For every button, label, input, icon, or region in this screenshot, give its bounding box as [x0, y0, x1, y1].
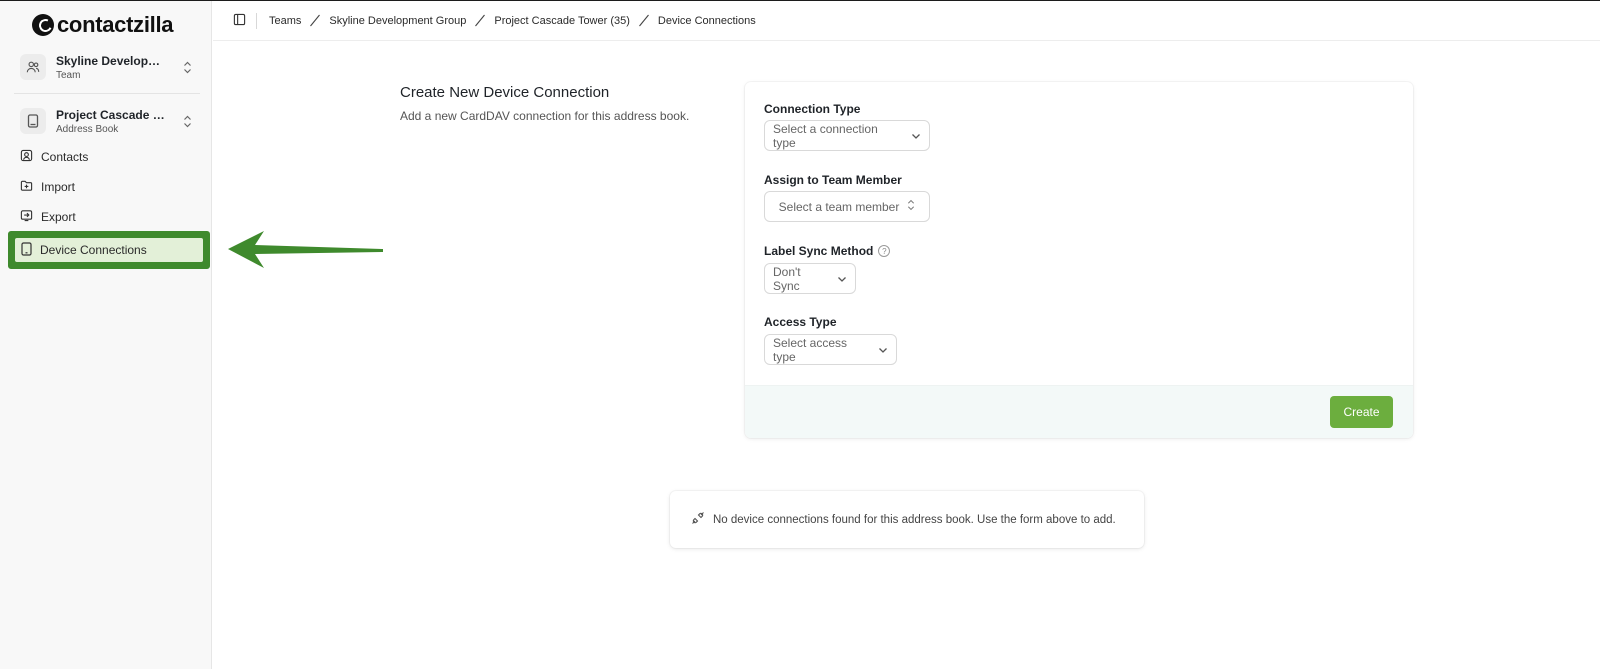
- breadcrumb-teams[interactable]: Teams: [269, 15, 301, 27]
- chevron-down-icon: [837, 272, 847, 286]
- team-member-label: Assign to Team Member: [764, 173, 902, 187]
- team-icon: [20, 54, 46, 80]
- create-button[interactable]: Create: [1330, 396, 1393, 428]
- form-title: Create New Device Connection: [400, 84, 610, 101]
- contacts-icon: [20, 149, 33, 165]
- sidebar-divider: [14, 93, 200, 94]
- logo-mark-icon: [32, 14, 54, 36]
- logo[interactable]: contactzilla: [32, 12, 174, 38]
- access-type-select[interactable]: Select access type: [764, 334, 897, 365]
- breadcrumb-team[interactable]: Skyline Development Group: [329, 15, 466, 27]
- export-icon: [20, 209, 33, 225]
- chevron-up-down-icon: [180, 61, 194, 74]
- breadcrumb-current: Device Connections: [657, 14, 756, 27]
- team-name: Skyline Developmen...: [56, 53, 170, 68]
- sidebar-item-export[interactable]: Export: [14, 204, 200, 230]
- chevron-up-down-icon: [907, 199, 915, 214]
- address-book-switcher[interactable]: Project Cascade Tow... Address Book: [14, 99, 200, 143]
- sidebar-item-label: Import: [41, 180, 76, 194]
- team-member-select[interactable]: Select a team member: [764, 191, 930, 222]
- sidebar-toggle-icon[interactable]: [233, 13, 246, 29]
- logo-text: contactzilla: [57, 12, 174, 37]
- label-sync-select[interactable]: Don't Sync: [764, 263, 856, 294]
- connection-type-label: Connection Type: [764, 102, 861, 116]
- annotation-arrow-icon: [228, 231, 383, 268]
- sidebar-item-device-connections[interactable]: Device Connections: [8, 231, 210, 269]
- card-footer: Create: [745, 385, 1413, 438]
- label-sync-label-text: Label Sync Method: [764, 244, 874, 258]
- team-member-placeholder: Select a team member: [778, 199, 900, 214]
- import-icon: [20, 179, 33, 195]
- access-type-placeholder: Select access type: [773, 335, 848, 364]
- sidebar: contactzilla Skyline Developmen... Team …: [0, 1, 212, 669]
- slash-icon: [638, 14, 650, 27]
- slash-icon: [474, 14, 486, 27]
- chevron-down-icon: [878, 343, 888, 357]
- connection-type-placeholder: Select a connection type: [773, 121, 878, 150]
- empty-state-text: No device connections found for this add…: [713, 513, 1116, 526]
- address-book-subtitle: Address Book: [56, 123, 119, 135]
- sidebar-item-label: Export: [41, 210, 76, 224]
- chevron-down-icon: [911, 129, 921, 143]
- create-connection-card: Connection Type Select a connection type…: [745, 82, 1413, 438]
- label-sync-value: Don't Sync: [773, 264, 801, 293]
- topbar: Teams Skyline Development Group Project …: [213, 1, 1600, 41]
- breadcrumb: Teams Skyline Development Group Project …: [269, 14, 756, 27]
- label-sync-label: Label Sync Method ?: [764, 244, 891, 258]
- team-subtitle: Team: [56, 69, 81, 81]
- empty-state: No device connections found for this add…: [670, 491, 1144, 548]
- sidebar-item-label: Contacts: [41, 150, 89, 164]
- breadcrumb-address-book[interactable]: Project Cascade Tower (35): [494, 15, 630, 27]
- chevron-up-down-icon: [180, 115, 194, 128]
- address-book-name: Project Cascade Tow...: [56, 107, 170, 122]
- sidebar-item-contacts[interactable]: Contacts: [14, 144, 200, 170]
- connection-type-select[interactable]: Select a connection type: [764, 120, 930, 151]
- help-icon[interactable]: ?: [878, 245, 891, 257]
- form-description: Add a new CardDAV connection for this ad…: [400, 109, 690, 123]
- address-book-icon: [20, 108, 46, 134]
- device-icon: [21, 241, 32, 259]
- slash-icon: [309, 14, 321, 27]
- plug-disconnected-icon: [691, 511, 705, 528]
- team-switcher[interactable]: Skyline Developmen... Team: [14, 45, 200, 89]
- sidebar-item-device-connections-highlight: Device Connections: [15, 238, 203, 262]
- access-type-label: Access Type: [764, 315, 837, 329]
- sidebar-item-import[interactable]: Import: [14, 174, 200, 200]
- sidebar-item-label: Device Connections: [40, 243, 147, 257]
- topbar-divider: [256, 12, 257, 29]
